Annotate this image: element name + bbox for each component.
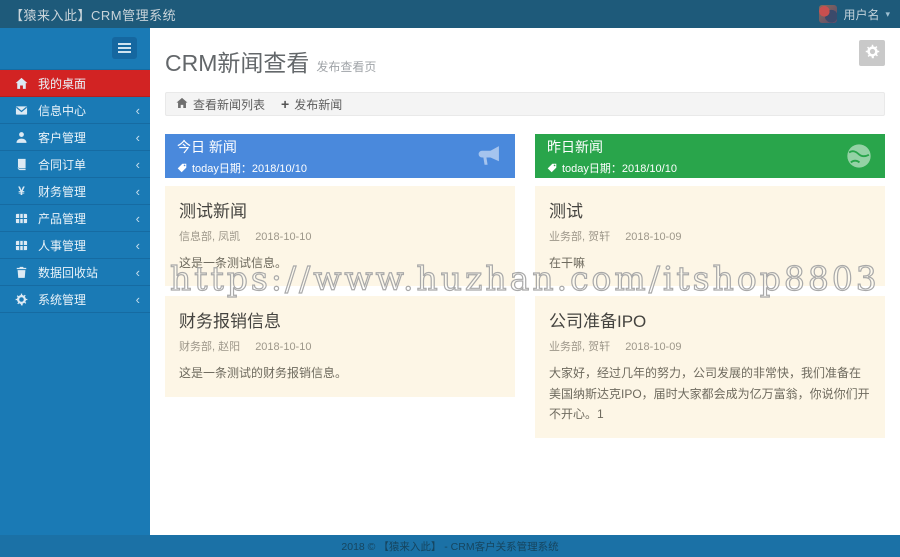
main-content: CRM新闻查看发布查看页 查看新闻列表 + 发布新闻 <box>150 28 900 535</box>
news-date: 2018-10-10 <box>255 341 311 353</box>
sidebar-item-label: 客户管理 <box>38 129 136 146</box>
footer: 2018 © 【猿来入此】 - CRM客户关系管理系统 <box>0 535 900 557</box>
breadcrumb-news-list-link[interactable]: 查看新闻列表 <box>176 96 265 113</box>
settings-button[interactable] <box>859 40 885 66</box>
chevron-left-icon: ‹ <box>136 239 140 252</box>
home-icon <box>176 97 188 112</box>
news-meta: 业务部, 贺轩 2018-10-09 <box>549 228 871 244</box>
gear-icon <box>13 293 30 306</box>
news-body: 在干嘛 <box>549 253 871 273</box>
chevron-left-icon: ‹ <box>136 185 140 198</box>
page-subtitle: 发布查看页 <box>316 60 376 74</box>
sidebar-item-label: 信息中心 <box>38 102 136 119</box>
panel-date-text: today日期：2018/10/10 <box>192 160 307 176</box>
chevron-left-icon: ‹ <box>136 158 140 171</box>
sidebar-item-product[interactable]: 产品管理 ‹ <box>0 205 150 232</box>
plus-icon: + <box>281 97 289 111</box>
book-icon <box>13 158 30 171</box>
sidebar-item-label: 系统管理 <box>38 291 136 308</box>
breadcrumb-label: 查看新闻列表 <box>193 96 265 113</box>
grid-icon <box>13 239 30 252</box>
news-card: 测试新闻 信息部, 凤凯 2018-10-10 这是一条测试信息。 <box>165 186 515 286</box>
news-meta: 业务部, 贺轩 2018-10-09 <box>549 338 871 354</box>
page-title-text: CRM新闻查看 <box>165 50 309 76</box>
chevron-left-icon: ‹ <box>136 293 140 306</box>
sidebar-item-label: 财务管理 <box>38 183 136 200</box>
footer-text: 2018 © 【猿来入此】 - CRM客户关系管理系统 <box>341 539 558 554</box>
chevron-left-icon: ‹ <box>136 266 140 279</box>
home-icon <box>13 77 30 90</box>
sidebar-item-label: 合同订单 <box>38 156 136 173</box>
menu-toggle-button[interactable] <box>112 37 137 59</box>
news-title: 公司准备IPO <box>549 307 871 332</box>
sidebar: 我的桌面 信息中心 ‹ 客户管理 ‹ <box>0 28 150 535</box>
grid-icon <box>13 212 30 225</box>
news-title: 测试 <box>549 197 871 222</box>
news-body: 这是一条测试信息。 <box>179 253 501 273</box>
hamburger-icon <box>118 47 131 49</box>
panel-date-text: today日期：2018/10/10 <box>562 160 677 176</box>
sidebar-item-label: 产品管理 <box>38 210 136 227</box>
breadcrumb: 查看新闻列表 + 发布新闻 <box>165 92 885 116</box>
news-body: 这是一条测试的财务报销信息。 <box>179 363 501 383</box>
sidebar-item-contract-order[interactable]: 合同订单 ‹ <box>0 151 150 178</box>
news-date: 2018-10-10 <box>255 231 311 243</box>
news-title: 测试新闻 <box>179 197 501 222</box>
news-author: 财务部, 赵阳 <box>179 341 240 353</box>
chevron-down-icon: ▾ <box>885 9 890 20</box>
news-body: 大家好，经过几年的努力，公司发展的非常快，我们准备在美国纳斯达克IPO，届时大家… <box>549 363 871 424</box>
globe-icon <box>845 142 873 170</box>
user-menu[interactable]: 用户名 ▾ <box>819 5 890 23</box>
breadcrumb-publish-news-link[interactable]: + 发布新闻 <box>281 96 342 113</box>
news-author: 业务部, 贺轩 <box>549 341 610 353</box>
news-card: 测试 业务部, 贺轩 2018-10-09 在干嘛 <box>535 186 885 286</box>
sidebar-item-label: 我的桌面 <box>38 75 140 92</box>
sidebar-item-customer[interactable]: 客户管理 ‹ <box>0 124 150 151</box>
chevron-left-icon: ‹ <box>136 131 140 144</box>
sidebar-item-label: 人事管理 <box>38 237 136 254</box>
breadcrumb-label: 发布新闻 <box>294 96 342 113</box>
sidebar-item-finance[interactable]: ¥ 财务管理 ‹ <box>0 178 150 205</box>
topbar: 【猿来入此】CRM管理系统 用户名 ▾ <box>0 0 900 28</box>
tag-icon <box>547 163 557 173</box>
tag-icon <box>177 163 187 173</box>
user-icon <box>13 131 30 144</box>
news-card: 财务报销信息 财务部, 赵阳 2018-10-10 这是一条测试的财务报销信息。 <box>165 296 515 396</box>
yesterday-news-panel: 昨日新闻 today日期：2018/10/10 <box>535 134 885 178</box>
chevron-left-icon: ‹ <box>136 212 140 225</box>
username: 用户名 <box>843 6 879 23</box>
news-card: 公司准备IPO 业务部, 贺轩 2018-10-09 大家好，经过几年的努力，公… <box>535 296 885 437</box>
sidebar-item-info-center[interactable]: 信息中心 ‹ <box>0 97 150 124</box>
trash-icon <box>13 266 30 279</box>
sidebar-item-hr[interactable]: 人事管理 ‹ <box>0 232 150 259</box>
sidebar-item-system[interactable]: 系统管理 ‹ <box>0 286 150 313</box>
sidebar-item-desktop[interactable]: 我的桌面 <box>0 70 150 97</box>
sidebar-item-recycle[interactable]: 数据回收站 ‹ <box>0 259 150 286</box>
sidebar-item-label: 数据回收站 <box>38 264 136 281</box>
avatar <box>819 5 837 23</box>
crm-app: 【猿来入此】CRM管理系统 用户名 ▾ 我的桌面 <box>0 0 900 557</box>
chevron-left-icon: ‹ <box>136 104 140 117</box>
news-meta: 财务部, 赵阳 2018-10-10 <box>179 338 501 354</box>
bullhorn-icon <box>475 142 503 170</box>
news-date: 2018-10-09 <box>625 341 681 353</box>
app-title: 【猿来入此】CRM管理系统 <box>10 5 176 24</box>
panel-title: 昨日新闻 <box>547 137 677 157</box>
yen-icon: ¥ <box>13 185 30 197</box>
panel-title: 今日 新闻 <box>177 137 307 157</box>
gear-icon <box>865 44 880 62</box>
news-date: 2018-10-09 <box>625 231 681 243</box>
news-title: 财务报销信息 <box>179 307 501 332</box>
today-news-panel: 今日 新闻 today日期：2018/10/10 <box>165 134 515 178</box>
sidebar-nav: 我的桌面 信息中心 ‹ 客户管理 ‹ <box>0 69 150 313</box>
news-author: 业务部, 贺轩 <box>549 231 610 243</box>
news-meta: 信息部, 凤凯 2018-10-10 <box>179 228 501 244</box>
page-title: CRM新闻查看发布查看页 <box>165 44 376 78</box>
message-icon <box>13 104 30 117</box>
news-author: 信息部, 凤凯 <box>179 231 240 243</box>
